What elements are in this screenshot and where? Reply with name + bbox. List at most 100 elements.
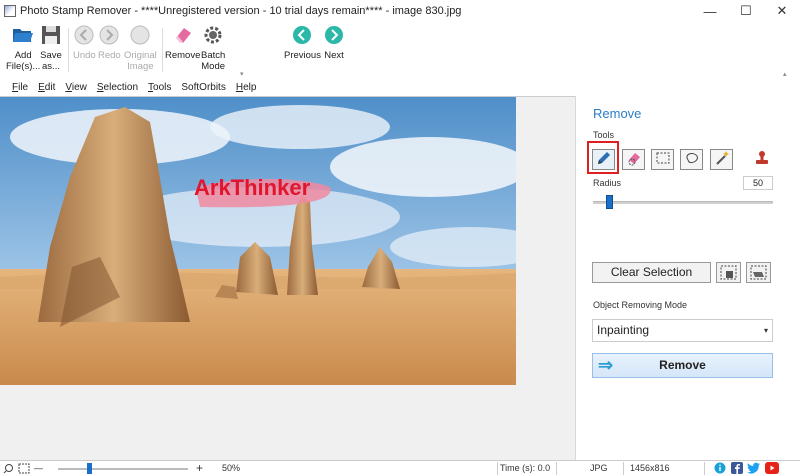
status-divider (556, 462, 557, 475)
rectangle-select-icon (655, 150, 671, 169)
chevron-down-icon: ▾ (763, 326, 768, 335)
magic-wand-button[interactable] (710, 149, 733, 170)
photo-preview[interactable]: ArkThinker (0, 97, 516, 385)
menu-selection[interactable]: Selection (97, 82, 138, 93)
eraser-icon (626, 150, 642, 169)
remove-button-label: Remove (659, 358, 706, 372)
status-bar: — + 50% Time (s): 0.0 JPG 1456x816 (0, 460, 800, 476)
info-icon[interactable] (714, 462, 726, 476)
mode-dropdown-value: Inpainting (597, 323, 650, 337)
next-button[interactable]: Next (323, 24, 345, 61)
zoom-slider-thumb[interactable] (87, 463, 92, 474)
stamp-icon (753, 149, 771, 170)
redo-button[interactable]: Redo (98, 24, 121, 61)
app-icon (4, 5, 16, 17)
stamp-tool-button[interactable] (750, 149, 773, 170)
zoom-plus-icon[interactable]: + (196, 461, 203, 475)
undo-icon (73, 24, 95, 46)
previous-button[interactable]: Previous (284, 24, 321, 61)
lasso-select-button[interactable] (680, 149, 703, 170)
image-format: JPG (590, 463, 608, 473)
eraser-tool-button[interactable] (622, 149, 645, 170)
redo-icon (98, 24, 120, 46)
youtube-icon[interactable] (765, 462, 779, 476)
pencil-tool-button[interactable] (592, 149, 615, 170)
add-files-button[interactable]: Add File(s)... (6, 24, 40, 72)
undo-label: Undo (73, 50, 96, 61)
watermark-text: ArkThinker (194, 175, 311, 200)
toolbar-divider (162, 28, 163, 72)
batch-mode-label-2: Mode (201, 61, 226, 72)
radius-label: Radius (593, 178, 622, 188)
toolbar-overflow-icon[interactable]: ▾ (240, 70, 244, 78)
rectangle-select-button[interactable] (651, 149, 674, 170)
menu-view[interactable]: View (65, 82, 87, 93)
menu-edit[interactable]: Edit (38, 82, 55, 93)
zoom-slider[interactable] (58, 468, 188, 470)
maximize-button[interactable]: ☐ (728, 0, 764, 22)
radius-input[interactable]: 50 (743, 176, 773, 190)
radius-slider-thumb[interactable] (606, 195, 613, 209)
image-dimensions: 1456x816 (630, 463, 670, 473)
save-as-label-2: as... (42, 61, 60, 72)
processing-time: Time (s): 0.0 (500, 463, 551, 473)
load-selection-icon (747, 265, 770, 285)
mode-label: Object Removing Mode (593, 300, 688, 310)
zoom-minus-icon[interactable]: — (34, 463, 43, 473)
facebook-icon[interactable] (731, 462, 743, 476)
gear-icon (202, 24, 224, 46)
menu-file[interactable]: File (12, 82, 28, 93)
original-image-label-2: Image (127, 61, 154, 72)
lasso-icon (684, 150, 700, 169)
save-selection-button[interactable] (716, 262, 741, 283)
radius-slider[interactable] (593, 201, 773, 204)
original-image-label-1: Original (124, 50, 157, 61)
redo-label: Redo (98, 50, 121, 61)
toolbar-collapse-icon[interactable]: ▴ (783, 70, 787, 78)
menu-help[interactable]: Help (236, 82, 257, 93)
undo-button[interactable]: Undo (73, 24, 96, 61)
load-selection-button[interactable] (746, 262, 771, 283)
status-divider (497, 462, 498, 475)
panel-title: Remove (593, 106, 642, 121)
title-bar: Photo Stamp Remover - ****Unregistered v… (0, 0, 800, 22)
save-as-label-1: Save (40, 50, 62, 61)
mode-dropdown[interactable]: Inpainting ▾ (592, 319, 773, 342)
zoom-level: 50% (222, 463, 241, 473)
image-canvas[interactable]: ArkThinker (0, 96, 575, 460)
folder-open-icon (12, 24, 34, 46)
previous-label: Previous (284, 50, 321, 61)
magic-wand-icon (714, 150, 730, 169)
menu-tools[interactable]: Tools (148, 82, 171, 93)
menu-softorbits[interactable]: SoftOrbits (181, 82, 225, 93)
pencil-icon (596, 150, 612, 169)
window-title: Photo Stamp Remover - ****Unregistered v… (20, 5, 462, 17)
twitter-icon[interactable] (747, 462, 761, 476)
arrow-right-icon: ⇒ (598, 355, 614, 375)
remove-toolbar-button[interactable]: Remove (165, 24, 200, 61)
batch-mode-button[interactable]: Batch Mode (201, 24, 225, 72)
eraser-icon (172, 24, 194, 46)
zoom-out-icon[interactable] (3, 463, 14, 476)
minimize-button[interactable]: — (692, 0, 728, 22)
arrow-right-icon (323, 24, 345, 46)
toolbar: Add File(s)... Save as... Undo Redo Orig… (0, 22, 800, 78)
batch-mode-label-1: Batch (201, 50, 226, 61)
remove-toolbar-label: Remove (165, 50, 201, 61)
next-label: Next (324, 50, 344, 61)
arrow-left-icon (291, 24, 313, 46)
toolbar-divider (68, 28, 69, 72)
clear-selection-button[interactable]: Clear Selection (592, 262, 711, 283)
floppy-disk-icon (40, 24, 62, 46)
remove-button[interactable]: ⇒ Remove (592, 353, 773, 378)
close-button[interactable]: ✕ (764, 0, 800, 22)
remove-panel: Remove Tools Radius 50 Clear Selection O… (575, 96, 800, 460)
save-selection-icon (717, 265, 740, 285)
tools-label: Tools (593, 130, 615, 140)
save-as-button[interactable]: Save as... (40, 24, 62, 72)
status-divider (704, 462, 705, 475)
original-image-button[interactable]: Original Image (124, 24, 157, 72)
menu-bar: File Edit View Selection Tools SoftOrbit… (0, 78, 800, 96)
original-image-icon (129, 24, 151, 46)
fit-to-window-icon[interactable] (18, 463, 30, 476)
